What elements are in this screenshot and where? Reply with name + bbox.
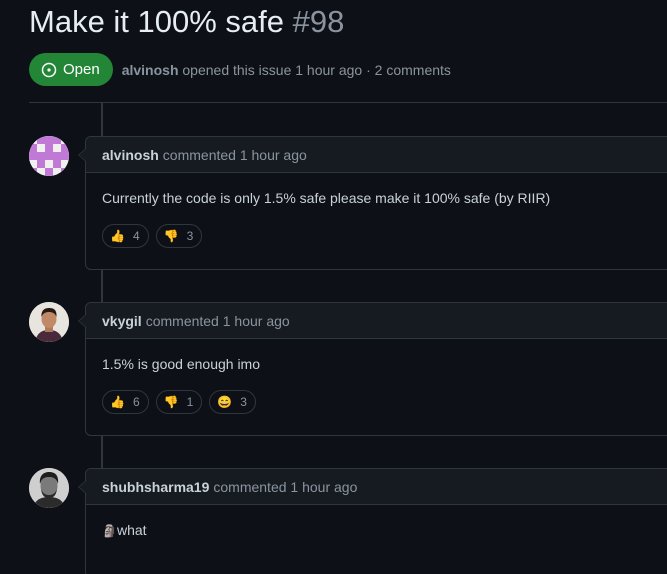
comment-author-link[interactable]: vkygil	[102, 313, 142, 329]
comment-author-link[interactable]: shubhsharma19	[102, 479, 209, 495]
avatar[interactable]	[29, 136, 69, 176]
comment-time-link[interactable]: 1 hour ago	[290, 479, 357, 495]
reaction-thumbs-down-button[interactable]: 👎 1	[155, 390, 203, 414]
comment-header: vkygil commented 1 hour ago	[78, 303, 667, 339]
issue-meta: alvinosh opened this issue 1 hour ago · …	[122, 62, 451, 78]
avatar[interactable]	[29, 302, 69, 342]
thumbs-down-icon: 👎	[163, 395, 179, 409]
reactions-bar: 👍 6 👎 1 😄 3	[86, 374, 667, 414]
comment-body: Currently the code is only 1.5% safe ple…	[102, 190, 551, 206]
moai-icon: 🗿	[102, 524, 117, 538]
issue-title: Make it 100% safe #98	[29, 2, 344, 42]
comment-card: shubhsharma19 commented 1 hour ago 🗿what	[78, 468, 667, 574]
issue-meta-time[interactable]: 1 hour ago	[295, 62, 362, 78]
reaction-thumbs-up-button[interactable]: 👍 4	[102, 224, 149, 248]
comment-body: 🗿what	[86, 505, 667, 541]
open-state-badge: Open	[29, 53, 113, 86]
comment-card: vkygil commented 1 hour ago 1.5% is good…	[78, 302, 667, 436]
user-photo-avatar-icon	[29, 468, 69, 508]
comment-action: commented	[145, 312, 219, 329]
comment-action: commented	[162, 146, 236, 163]
avatar[interactable]	[29, 468, 69, 508]
reaction-count: 3	[186, 229, 194, 243]
issue-open-icon	[41, 62, 57, 77]
comment-time-link[interactable]: 1 hour ago	[240, 147, 307, 163]
comment-header: shubhsharma19 commented 1 hour ago	[78, 469, 667, 505]
state-label: Open	[63, 61, 100, 78]
comment-action: commented	[213, 478, 287, 495]
user-photo-avatar-icon	[29, 302, 69, 342]
reaction-thumbs-down-button[interactable]: 👎 3	[155, 224, 203, 248]
comment-author-link[interactable]: alvinosh	[102, 147, 159, 163]
issue-status-row: Open alvinosh opened this issue 1 hour a…	[29, 53, 451, 86]
reaction-count: 3	[240, 395, 247, 409]
reaction-count: 6	[132, 395, 140, 409]
issue-page: Make it 100% safe #98 Open alvinosh open…	[0, 0, 667, 574]
issue-comment-count: 2 comments	[374, 61, 451, 78]
issue-author-link[interactable]: alvinosh	[122, 62, 179, 78]
reaction-count: 4	[132, 229, 140, 243]
header-divider	[29, 102, 667, 103]
thumbs-up-icon: 👍	[110, 395, 125, 409]
comment-body-text: what	[116, 522, 147, 538]
laugh-icon: 😄	[217, 395, 233, 409]
thumbs-down-icon: 👎	[163, 229, 179, 243]
comment-time-link[interactable]: 1 hour ago	[223, 313, 290, 329]
identicon-avatar-icon	[29, 136, 69, 176]
reaction-count: 1	[186, 395, 194, 409]
issue-meta-separator: ·	[366, 61, 371, 78]
reactions-bar: 👍 4 👎 3	[86, 208, 667, 248]
issue-meta-action: opened this issue	[182, 61, 292, 78]
issue-title-text: Make it 100% safe	[29, 4, 285, 39]
reaction-thumbs-up-button[interactable]: 👍 6	[102, 390, 149, 414]
issue-number: #98	[292, 4, 345, 39]
thumbs-up-icon: 👍	[110, 229, 125, 243]
comment-header: alvinosh commented 1 hour ago	[78, 137, 667, 173]
comment-body: 1.5% is good enough imo	[102, 356, 260, 372]
comment-card: alvinosh commented 1 hour ago Currently …	[78, 136, 667, 270]
reaction-laugh-button[interactable]: 😄 3	[209, 390, 256, 414]
